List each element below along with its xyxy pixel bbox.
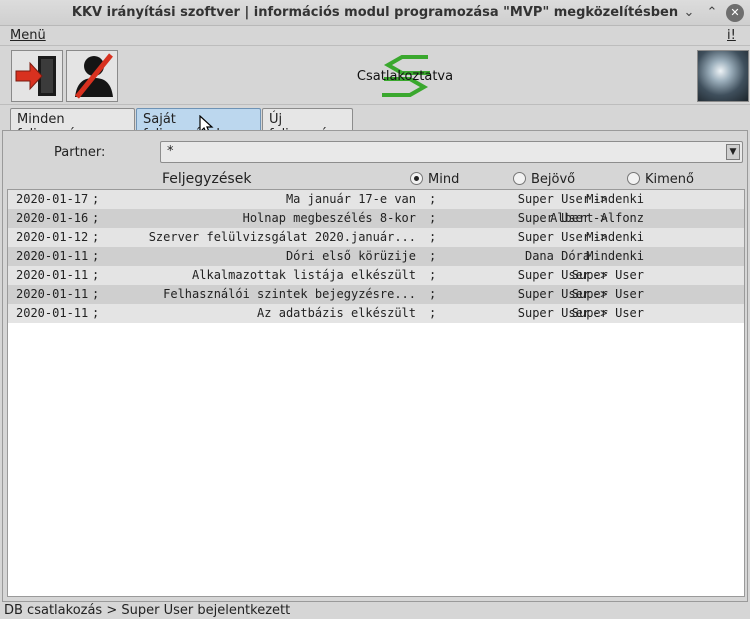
separator: ;: [92, 192, 100, 206]
note-date: 2020-01-16: [16, 211, 89, 225]
tab-bar: Minden feljegyzés Saját feljegyzések Új …: [0, 106, 750, 142]
separator: ;: [429, 192, 437, 206]
note-subject: Holnap megbeszélés 8-kor: [242, 211, 416, 225]
separator: ;: [429, 230, 437, 244]
separator: ;: [429, 287, 437, 301]
note-from: Super User: [517, 192, 590, 206]
tab-all-notes[interactable]: Minden feljegyzés: [10, 108, 135, 142]
partner-select-value: *: [167, 144, 174, 159]
connection-status-label: Csatlakoztatva: [356, 69, 454, 84]
note-date: 2020-01-17: [16, 192, 89, 206]
note-to: Super User: [571, 287, 644, 301]
status-message: DB csatlakozás > Super User bejelentkeze…: [4, 603, 291, 618]
note-subject: Alkalmazottak listája elkészült: [192, 268, 416, 282]
note-subject: Felhasználói szintek bejegyzésre...: [163, 287, 416, 301]
note-subject: Szerver felülvizsgálat 2020.január...: [148, 230, 416, 244]
note-date: 2020-01-11: [16, 306, 89, 320]
note-from: Dana Dóra: [524, 249, 590, 263]
info-label: i!: [727, 28, 736, 43]
avatar[interactable]: [697, 50, 749, 102]
note-date: 2020-01-11: [16, 249, 89, 263]
list-header: Feljegyzések Mind Bejövő Kimenő: [7, 169, 745, 189]
radio-label: Mind: [428, 172, 460, 187]
radio-dot[interactable]: [627, 172, 640, 185]
menu-item-info[interactable]: i!: [727, 28, 736, 43]
note-subject: Az adatbázis elkészült: [257, 306, 416, 320]
close-button[interactable]: ✕: [726, 4, 744, 22]
separator: ;: [429, 249, 437, 263]
separator: ;: [429, 268, 437, 282]
note-from: Super User: [517, 230, 590, 244]
status-bar: DB csatlakozás > Super User bejelentkeze…: [0, 602, 750, 619]
toolbar: Csatlakoztatva: [0, 47, 750, 105]
list-item[interactable]: 2020-01-16; Holnap megbeszélés 8-kor; Supe…: [8, 209, 744, 228]
radio-label: Kimenő: [645, 172, 694, 187]
partner-select[interactable]: * ▼: [160, 141, 743, 163]
notes-panel: Partner: * ▼ Feljegyzések Mind Bejövő Ki…: [2, 130, 748, 602]
note-subject: Ma január 17-e van: [285, 192, 416, 206]
note-to: Mindenki: [586, 192, 644, 206]
separator: ;: [92, 230, 100, 244]
menu-item-menu[interactable]: Menü: [10, 28, 46, 43]
note-date: 2020-01-12: [16, 230, 89, 244]
exit-door-icon: [15, 56, 56, 96]
radio-all[interactable]: Mind: [410, 172, 459, 187]
radio-label: Bejövő: [531, 172, 576, 187]
separator: ;: [92, 268, 100, 282]
connection-status: Csatlakoztatva: [340, 51, 470, 101]
list-item[interactable]: 2020-01-11; Felhasználói szintek bejegyzé…: [8, 285, 744, 304]
partner-label: Partner:: [54, 145, 106, 160]
note-to: Mindenki: [586, 249, 644, 263]
user-slash-icon: [75, 53, 113, 99]
radio-dot[interactable]: [410, 172, 423, 185]
separator: ;: [92, 211, 100, 225]
note-to: Super User: [571, 268, 644, 282]
list-item[interactable]: 2020-01-12; Szerver felülvizsgálat 2020.j…: [8, 228, 744, 247]
window-title: KKV irányítási szoftver | információs mo…: [71, 5, 679, 20]
separator: ;: [92, 306, 100, 320]
list-item[interactable]: 2020-01-11; Az adatbázis elkészült; Super …: [8, 304, 744, 323]
maximize-button[interactable]: ⌃: [703, 4, 721, 22]
note-to: Super User: [571, 306, 644, 320]
separator: ;: [92, 287, 100, 301]
list-item[interactable]: 2020-01-11;Dóri első körüzije;Dana Dóra-…: [8, 247, 744, 266]
radio-dot[interactable]: [513, 172, 526, 185]
notes-list[interactable]: 2020-01-17; Ma január 17-e van; Super User…: [7, 189, 745, 597]
note-subject: Dóri első körüzije: [285, 249, 416, 263]
note-to: Mindenki: [586, 230, 644, 244]
minimize-button[interactable]: ⌄: [680, 4, 698, 22]
menu-bar: Menü i!: [0, 26, 750, 46]
radio-incoming[interactable]: Bejövő: [513, 172, 575, 187]
exit-button[interactable]: [11, 50, 63, 102]
chevron-down-icon[interactable]: ▼: [726, 144, 740, 160]
tab-new-note[interactable]: Új feljegyzés: [262, 108, 353, 142]
list-item[interactable]: 2020-01-11; Alkalmazottak listája elkészü…: [8, 266, 744, 285]
list-heading: Feljegyzések: [162, 171, 252, 187]
radio-outgoing[interactable]: Kimenő: [627, 172, 694, 187]
separator: ;: [429, 306, 437, 320]
list-item[interactable]: 2020-01-17; Ma január 17-e van; Super User…: [8, 190, 744, 209]
note-date: 2020-01-11: [16, 268, 89, 282]
menu-label: Menü: [10, 28, 46, 43]
title-bar: KKV irányítási szoftver | információs mo…: [0, 0, 750, 26]
note-to: Albert Alfonz: [550, 211, 644, 225]
note-date: 2020-01-11: [16, 287, 89, 301]
separator: ;: [429, 211, 437, 225]
logout-button[interactable]: [66, 50, 118, 102]
separator: ;: [92, 249, 100, 263]
